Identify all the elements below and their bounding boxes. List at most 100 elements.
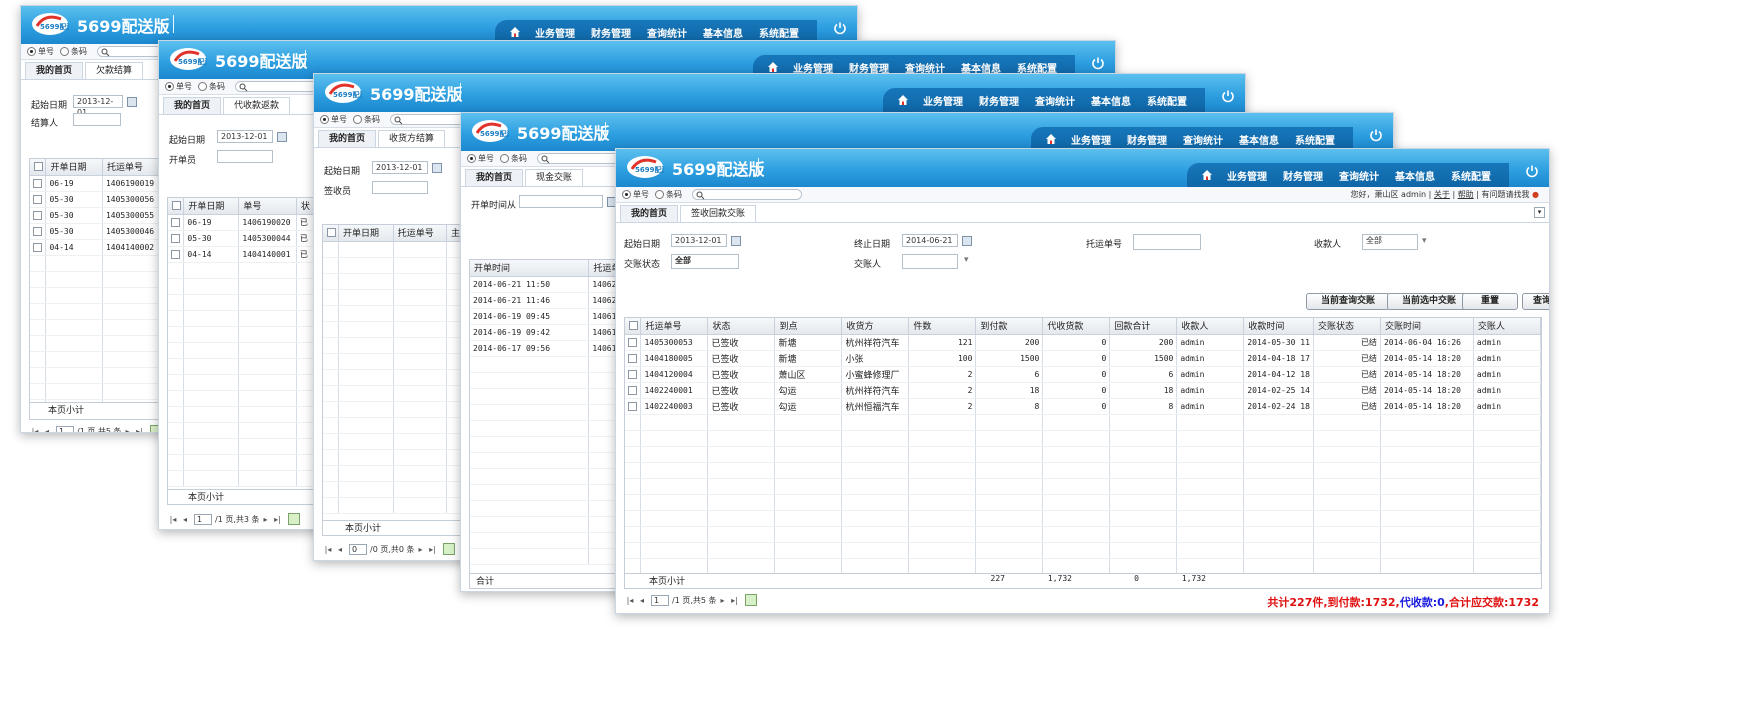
radio-barcode[interactable] [198, 82, 207, 91]
tab-active[interactable]: 现金交账 [525, 169, 584, 186]
radio-barcode[interactable] [655, 190, 664, 199]
power-icon[interactable] [1091, 56, 1105, 70]
start-date-input[interactable]: 2013-12-01 [217, 130, 273, 143]
start-date-input[interactable]: 2013-12-01 [671, 234, 727, 247]
table-row[interactable]: 05-30 1405300055 [30, 207, 168, 224]
nav-item[interactable]: 业务管理 [1227, 168, 1267, 183]
column-header[interactable]: 收款人 [1176, 318, 1245, 335]
calendar-icon[interactable] [731, 236, 741, 246]
radio-barcode[interactable] [500, 154, 509, 163]
nav-item[interactable]: 查询统计 [647, 25, 687, 40]
table-row[interactable]: 2014-06-17 09:56 14061 [470, 340, 628, 357]
row-checkbox[interactable] [30, 191, 47, 208]
clerk-select[interactable] [217, 150, 273, 163]
next-page-icon[interactable]: ▸ [124, 427, 132, 433]
settler-select[interactable] [73, 113, 121, 126]
search-icon[interactable] [394, 116, 403, 125]
select-all-checkbox[interactable] [30, 159, 47, 176]
table-row[interactable]: 2014-06-21 11:50 14062 [470, 276, 628, 293]
prev-page-icon[interactable]: ◂ [638, 596, 646, 605]
nav-item[interactable]: 基本信息 [1091, 93, 1131, 108]
nav-item[interactable]: 财务管理 [1127, 132, 1167, 147]
page-input[interactable]: 0 [349, 543, 367, 555]
nav-item[interactable]: 系统配置 [1147, 93, 1187, 108]
table-row[interactable]: 1402240001 已签收 勾运 杭州祥符汽车 2 18 0 18 admin 2014-02-… [625, 382, 1541, 399]
row-checkbox[interactable] [625, 334, 642, 351]
tab-home[interactable]: 我的首页 [620, 205, 679, 222]
last-page-icon[interactable]: ▸| [274, 515, 282, 524]
column-header[interactable]: 托运单号 [640, 318, 709, 335]
radio-order-no[interactable] [622, 190, 631, 199]
table-row[interactable]: 06-19 1406190019 [30, 175, 168, 192]
nav-item[interactable]: 系统配置 [759, 25, 799, 40]
toolbar-button[interactable]: 当前选中交账 [1387, 293, 1471, 310]
column-header[interactable]: 件数 [908, 318, 977, 335]
nav-item[interactable]: 查询统计 [1183, 132, 1223, 147]
collector-select[interactable]: 全部 [1362, 234, 1418, 250]
tab-active[interactable]: 签收回款交账 [680, 205, 757, 222]
radio-barcode[interactable] [353, 115, 362, 124]
refresh-icon[interactable] [744, 594, 757, 606]
column-header[interactable]: 收货方 [841, 318, 910, 335]
select-all-checkbox[interactable] [323, 225, 340, 242]
nav-item[interactable]: 业务管理 [923, 93, 963, 108]
pay-status-select[interactable]: 全部 [671, 254, 739, 269]
first-page-icon[interactable]: |◂ [169, 515, 177, 524]
tab-active[interactable]: 收货方结算 [378, 130, 446, 147]
row-checkbox[interactable] [625, 366, 642, 383]
select-all-checkbox[interactable] [625, 318, 642, 335]
toolbar-button[interactable]: 查询 [1522, 293, 1549, 310]
column-header[interactable]: 开单日期 [338, 225, 394, 242]
contact-link[interactable]: 有问题请找我 [1481, 190, 1529, 199]
nav-item[interactable]: 基本信息 [703, 25, 743, 40]
page-input[interactable]: 1 [194, 513, 212, 525]
nav-item[interactable]: 查询统计 [1339, 168, 1379, 183]
row-checkbox[interactable] [625, 398, 642, 415]
last-page-icon[interactable]: ▸| [136, 427, 144, 433]
table-row[interactable]: 1402240003 已签收 勾运 杭州恒福汽车 2 8 0 8 admin 2014-02-24… [625, 398, 1541, 415]
search-icon[interactable] [696, 191, 705, 200]
column-header[interactable]: 交账时间 [1380, 318, 1474, 335]
page-input[interactable]: 1 [56, 425, 74, 432]
row-checkbox[interactable] [30, 223, 47, 240]
prev-page-icon[interactable]: ◂ [336, 545, 344, 554]
table-row[interactable]: 06-19 1406190020 已 [168, 214, 316, 231]
last-page-icon[interactable]: ▸| [731, 596, 739, 605]
page-input[interactable]: 1 [651, 594, 669, 606]
search-icon[interactable] [239, 83, 248, 92]
home-icon[interactable] [767, 61, 779, 73]
end-date-input[interactable]: 2014-06-21 [902, 234, 958, 247]
radio-order-no[interactable] [27, 47, 36, 56]
first-page-icon[interactable]: |◂ [626, 596, 634, 605]
column-header[interactable]: 托运单号 [393, 225, 447, 242]
radio-order-no[interactable] [165, 82, 174, 91]
row-checkbox[interactable] [168, 246, 185, 263]
prev-page-icon[interactable]: ◂ [181, 515, 189, 524]
row-checkbox[interactable] [30, 207, 47, 224]
user-icon[interactable]: ● [1532, 190, 1539, 199]
power-icon[interactable] [1221, 89, 1235, 103]
next-page-icon[interactable]: ▸ [417, 545, 425, 554]
radio-order-no[interactable] [320, 115, 329, 124]
refresh-icon[interactable] [287, 513, 300, 525]
table-row[interactable]: 05-30 1405300056 [30, 191, 168, 208]
calendar-icon[interactable] [962, 236, 972, 246]
column-header[interactable]: 开单时间 [470, 260, 590, 277]
help-link[interactable]: 帮助 [1458, 190, 1474, 199]
table-row[interactable]: 2014-06-19 09:45 14061 [470, 308, 628, 325]
tab-active[interactable]: 欠款结算 [85, 62, 144, 79]
table-row[interactable]: 1404180005 已签收 新塘 小张 100 1500 0 1500 admin 2014-0… [625, 350, 1541, 367]
consign-no-input[interactable] [1133, 234, 1201, 250]
nav-item[interactable]: 财务管理 [979, 93, 1019, 108]
nav-item[interactable]: 基本信息 [1395, 168, 1435, 183]
select-all-checkbox[interactable] [168, 198, 185, 215]
table-row[interactable]: 05-30 1405300044 已 [168, 230, 316, 247]
nav-item[interactable]: 财务管理 [1283, 168, 1323, 183]
toolbar-button[interactable]: 当前查询交账 [1306, 293, 1390, 310]
start-date-input[interactable]: 2013-12-01 [73, 95, 123, 117]
column-header[interactable]: 交账人 [1473, 318, 1541, 335]
power-icon[interactable] [1525, 164, 1539, 178]
chevron-down-icon[interactable]: ▾ [964, 255, 969, 265]
last-page-icon[interactable]: ▸| [429, 545, 437, 554]
first-page-icon[interactable]: |◂ [324, 545, 332, 554]
